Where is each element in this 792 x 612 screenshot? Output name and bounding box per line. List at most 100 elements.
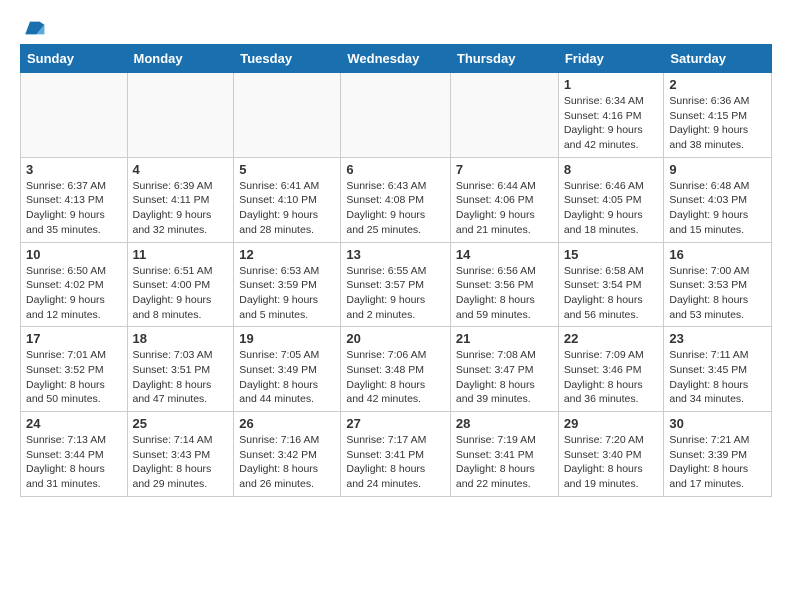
day-cell: 28Sunrise: 7:19 AM Sunset: 3:41 PM Dayli…: [450, 412, 558, 497]
day-number: 3: [26, 162, 122, 177]
day-number: 24: [26, 416, 122, 431]
day-number: 20: [346, 331, 445, 346]
day-info: Sunrise: 7:11 AM Sunset: 3:45 PM Dayligh…: [669, 348, 766, 407]
day-cell: 18 Sunrise: 7:03 AM Sunset: 3:51 PM Dayli…: [127, 327, 234, 412]
week-row-5: 24 Sunrise: 7:13 AM Sunset: 3:44 PM Dayli…: [21, 412, 772, 497]
day-number: 9: [669, 162, 766, 177]
day-cell: 26 Sunrise: 7:16 AM Sunset: 3:42 PM Dayli…: [234, 412, 341, 497]
day-number: 27: [346, 416, 445, 431]
header-cell-wednesday: Wednesday: [341, 45, 451, 73]
day-cell: 14 Sunrise: 6:56 AM Sunset: 3:56 PM Dayli…: [450, 242, 558, 327]
day-number: 16: [669, 247, 766, 262]
header-row: SundayMondayTuesdayWednesdayThursdayFrid…: [21, 45, 772, 73]
day-cell: [450, 73, 558, 158]
day-info: Sunrise: 6:34 AM Sunset: 4:16 PM Dayligh…: [564, 94, 659, 153]
day-cell: [21, 73, 128, 158]
day-number: 10: [26, 247, 122, 262]
day-info: Sunrise: 7:21 AM Sunset: 3:39 PM Dayligh…: [669, 433, 766, 492]
day-info: Sunrise: 7:13 AM Sunset: 3:44 PM Dayligh…: [26, 433, 122, 492]
day-number: 25: [133, 416, 229, 431]
day-number: 7: [456, 162, 553, 177]
day-info: Sunrise: 6:46 AM Sunset: 4:05 PM Dayligh…: [564, 179, 659, 238]
day-number: 8: [564, 162, 659, 177]
day-number: 30: [669, 416, 766, 431]
header-cell-saturday: Saturday: [664, 45, 772, 73]
day-info: Sunrise: 7:06 AM Sunset: 3:48 PM Dayligh…: [346, 348, 445, 407]
day-cell: [127, 73, 234, 158]
day-cell: 2 Sunrise: 6:36 AM Sunset: 4:15 PM Daylig…: [664, 73, 772, 158]
day-cell: 7 Sunrise: 6:44 AM Sunset: 4:06 PM Daylig…: [450, 157, 558, 242]
day-cell: 23Sunrise: 7:11 AM Sunset: 3:45 PM Dayli…: [664, 327, 772, 412]
day-number: 5: [239, 162, 335, 177]
day-info: Sunrise: 7:01 AM Sunset: 3:52 PM Dayligh…: [26, 348, 122, 407]
day-info: Sunrise: 7:16 AM Sunset: 3:42 PM Dayligh…: [239, 433, 335, 492]
day-cell: 19 Sunrise: 7:05 AM Sunset: 3:49 PM Dayli…: [234, 327, 341, 412]
day-cell: 11 Sunrise: 6:51 AM Sunset: 4:00 PM Dayli…: [127, 242, 234, 327]
day-number: 12: [239, 247, 335, 262]
day-number: 26: [239, 416, 335, 431]
day-number: 29: [564, 416, 659, 431]
day-number: 13: [346, 247, 445, 262]
header-cell-tuesday: Tuesday: [234, 45, 341, 73]
day-cell: 17 Sunrise: 7:01 AM Sunset: 3:52 PM Dayli…: [21, 327, 128, 412]
header-cell-monday: Monday: [127, 45, 234, 73]
day-cell: 30 Sunrise: 7:21 AM Sunset: 3:39 PM Dayli…: [664, 412, 772, 497]
day-cell: 29 Sunrise: 7:20 AM Sunset: 3:40 PM Dayli…: [558, 412, 664, 497]
day-info: Sunrise: 6:39 AM Sunset: 4:11 PM Dayligh…: [133, 179, 229, 238]
day-info: Sunrise: 7:17 AM Sunset: 3:41 PM Dayligh…: [346, 433, 445, 492]
day-info: Sunrise: 6:53 AM Sunset: 3:59 PM Dayligh…: [239, 264, 335, 323]
calendar: SundayMondayTuesdayWednesdayThursdayFrid…: [20, 44, 772, 497]
day-cell: 4Sunrise: 6:39 AM Sunset: 4:11 PM Daylig…: [127, 157, 234, 242]
week-row-3: 10 Sunrise: 6:50 AM Sunset: 4:02 PM Dayli…: [21, 242, 772, 327]
day-number: 11: [133, 247, 229, 262]
day-cell: [341, 73, 451, 158]
day-info: Sunrise: 6:56 AM Sunset: 3:56 PM Dayligh…: [456, 264, 553, 323]
day-cell: 20 Sunrise: 7:06 AM Sunset: 3:48 PM Dayli…: [341, 327, 451, 412]
day-info: Sunrise: 7:20 AM Sunset: 3:40 PM Dayligh…: [564, 433, 659, 492]
day-cell: 24 Sunrise: 7:13 AM Sunset: 3:44 PM Dayli…: [21, 412, 128, 497]
day-info: Sunrise: 6:58 AM Sunset: 3:54 PM Dayligh…: [564, 264, 659, 323]
day-number: 6: [346, 162, 445, 177]
day-cell: 21Sunrise: 7:08 AM Sunset: 3:47 PM Dayli…: [450, 327, 558, 412]
day-info: Sunrise: 6:41 AM Sunset: 4:10 PM Dayligh…: [239, 179, 335, 238]
day-info: Sunrise: 6:55 AM Sunset: 3:57 PM Dayligh…: [346, 264, 445, 323]
day-info: Sunrise: 6:51 AM Sunset: 4:00 PM Dayligh…: [133, 264, 229, 323]
day-info: Sunrise: 6:48 AM Sunset: 4:03 PM Dayligh…: [669, 179, 766, 238]
day-number: 1: [564, 77, 659, 92]
day-info: Sunrise: 6:37 AM Sunset: 4:13 PM Dayligh…: [26, 179, 122, 238]
day-cell: 27 Sunrise: 7:17 AM Sunset: 3:41 PM Dayli…: [341, 412, 451, 497]
day-info: Sunrise: 7:09 AM Sunset: 3:46 PM Dayligh…: [564, 348, 659, 407]
day-cell: 25Sunrise: 7:14 AM Sunset: 3:43 PM Dayli…: [127, 412, 234, 497]
day-cell: 3 Sunrise: 6:37 AM Sunset: 4:13 PM Daylig…: [21, 157, 128, 242]
day-cell: 12 Sunrise: 6:53 AM Sunset: 3:59 PM Dayli…: [234, 242, 341, 327]
day-info: Sunrise: 7:05 AM Sunset: 3:49 PM Dayligh…: [239, 348, 335, 407]
day-number: 18: [133, 331, 229, 346]
day-info: Sunrise: 6:36 AM Sunset: 4:15 PM Dayligh…: [669, 94, 766, 153]
day-number: 15: [564, 247, 659, 262]
day-number: 19: [239, 331, 335, 346]
day-info: Sunrise: 7:08 AM Sunset: 3:47 PM Dayligh…: [456, 348, 553, 407]
day-info: Sunrise: 6:43 AM Sunset: 4:08 PM Dayligh…: [346, 179, 445, 238]
header-cell-friday: Friday: [558, 45, 664, 73]
day-cell: 13 Sunrise: 6:55 AM Sunset: 3:57 PM Dayli…: [341, 242, 451, 327]
day-info: Sunrise: 7:00 AM Sunset: 3:53 PM Dayligh…: [669, 264, 766, 323]
week-row-1: 1 Sunrise: 6:34 AM Sunset: 4:16 PM Daylig…: [21, 73, 772, 158]
day-cell: 1 Sunrise: 6:34 AM Sunset: 4:16 PM Daylig…: [558, 73, 664, 158]
logo-icon: [22, 16, 46, 40]
day-number: 17: [26, 331, 122, 346]
day-cell: 9 Sunrise: 6:48 AM Sunset: 4:03 PM Daylig…: [664, 157, 772, 242]
day-info: Sunrise: 7:03 AM Sunset: 3:51 PM Dayligh…: [133, 348, 229, 407]
day-cell: 5 Sunrise: 6:41 AM Sunset: 4:10 PM Daylig…: [234, 157, 341, 242]
day-cell: 8 Sunrise: 6:46 AM Sunset: 4:05 PM Daylig…: [558, 157, 664, 242]
week-row-2: 3 Sunrise: 6:37 AM Sunset: 4:13 PM Daylig…: [21, 157, 772, 242]
day-number: 2: [669, 77, 766, 92]
page-header: [20, 16, 772, 36]
day-number: 22: [564, 331, 659, 346]
day-info: Sunrise: 6:50 AM Sunset: 4:02 PM Dayligh…: [26, 264, 122, 323]
day-info: Sunrise: 6:44 AM Sunset: 4:06 PM Dayligh…: [456, 179, 553, 238]
day-cell: 22 Sunrise: 7:09 AM Sunset: 3:46 PM Dayli…: [558, 327, 664, 412]
day-cell: 10 Sunrise: 6:50 AM Sunset: 4:02 PM Dayli…: [21, 242, 128, 327]
day-cell: [234, 73, 341, 158]
day-cell: 16 Sunrise: 7:00 AM Sunset: 3:53 PM Dayli…: [664, 242, 772, 327]
day-number: 14: [456, 247, 553, 262]
